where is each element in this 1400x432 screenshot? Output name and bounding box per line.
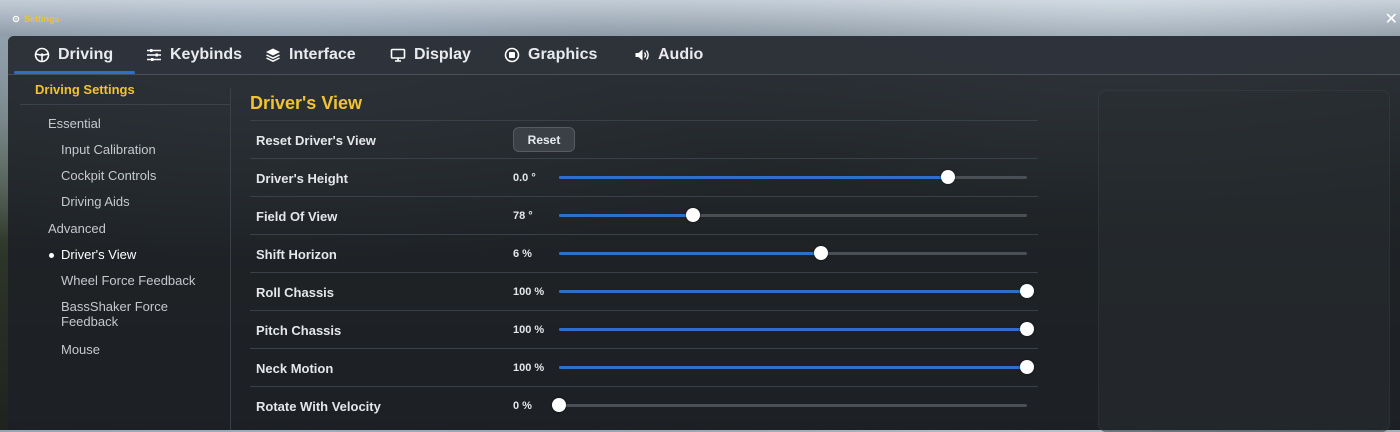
sidebar-item-label: Driver's View	[61, 247, 137, 262]
slider-handle[interactable]	[1020, 322, 1034, 336]
sidebar-divider	[20, 104, 230, 105]
row-label: Roll Chassis	[256, 285, 335, 300]
setting-row: Neck Motion 100 %	[250, 348, 1038, 387]
tab-keybinds[interactable]: Keybinds	[146, 43, 242, 67]
sidebar-item-cockpit-controls[interactable]: Cockpit Controls	[61, 168, 156, 183]
slider-track[interactable]	[559, 170, 1027, 184]
row-label: Rotate With Velocity	[256, 399, 381, 414]
tab-label: Interface	[289, 46, 356, 63]
row-label: Pitch Chassis	[256, 323, 342, 338]
slider-track[interactable]	[559, 208, 1027, 222]
tab-interface[interactable]: Interface	[265, 43, 356, 67]
setting-row: Driver's Height 0.0 °	[250, 158, 1038, 197]
row-value: 0.0 °	[513, 172, 536, 184]
slider-track[interactable]	[559, 322, 1034, 336]
tab-graphics[interactable]: Graphics	[504, 43, 597, 67]
sidebar-item-driving-aids[interactable]: Driving Aids	[61, 194, 130, 209]
settings-window: Driving Keybinds Interface Display Graph…	[8, 36, 1400, 432]
monitor-icon	[390, 48, 406, 62]
sidebar-item-label-line2: Feedback	[61, 314, 119, 329]
slider-track[interactable]	[552, 398, 1027, 412]
slider-fill	[559, 328, 1027, 331]
setting-row: Shift Horizon 6 %	[250, 234, 1038, 273]
slider-handle[interactable]	[1020, 360, 1034, 374]
setting-row: Field Of View 78 °	[250, 196, 1038, 235]
tab-label: Graphics	[528, 46, 598, 63]
tab-display[interactable]: Display	[390, 43, 471, 67]
sidebar-divider-vertical	[230, 88, 231, 430]
row-value: 100 %	[513, 324, 545, 336]
row-value: 78 °	[513, 210, 533, 222]
steering-wheel-icon	[34, 47, 50, 63]
row-label: Driver's Height	[256, 171, 348, 186]
slider-handle[interactable]	[814, 246, 829, 260]
window-titlebar: Settings ✕	[0, 0, 1400, 36]
row-label: Field Of View	[256, 209, 338, 224]
row-value: 6 %	[513, 248, 532, 260]
tab-label: Driving	[58, 46, 114, 63]
slider-track[interactable]	[559, 360, 1034, 374]
slider-track[interactable]	[559, 246, 1027, 260]
layers-icon	[266, 48, 280, 63]
sidebar-item-drivers-view[interactable]: Driver's View	[49, 247, 137, 262]
row-value: 0 %	[513, 400, 532, 412]
settings-sidebar: Driving Settings Essential Input Calibra…	[14, 74, 230, 430]
tab-audio[interactable]: Audio	[634, 43, 703, 67]
sidebar-item-essential[interactable]: Essential	[48, 116, 101, 131]
sliders-icon	[147, 49, 161, 61]
close-icon[interactable]: ✕	[1385, 12, 1398, 28]
row-label: Neck Motion	[256, 361, 334, 376]
speaker-icon	[635, 49, 649, 61]
tab-label: Audio	[658, 46, 704, 63]
slider-handle[interactable]	[941, 170, 956, 184]
sidebar-item-mouse[interactable]: Mouse	[61, 342, 100, 357]
tab-label: Display	[414, 46, 471, 63]
slider-handle[interactable]	[552, 398, 566, 412]
active-indicator	[49, 253, 54, 258]
gear-icon	[12, 15, 20, 23]
tab-driving[interactable]: Driving	[13, 43, 136, 74]
setting-row: Pitch Chassis 100 %	[250, 310, 1038, 349]
sidebar-item-label: BassShaker Force	[61, 299, 168, 314]
slider-handle[interactable]	[1020, 284, 1034, 298]
slider-fill	[559, 176, 949, 179]
tab-bar: Driving Keybinds Interface Display Graph…	[8, 36, 1400, 75]
slider-fill	[559, 366, 1027, 369]
setting-row: Rotate With Velocity 0 %	[250, 386, 1038, 425]
setting-row: Roll Chassis 100 %	[250, 272, 1038, 311]
window-title-text: Settings	[24, 14, 60, 24]
sidebar-item-wheel-force-feedback[interactable]: Wheel Force Feedback	[61, 273, 195, 288]
row-label: Reset Driver's View	[256, 133, 376, 148]
sidebar-item-advanced[interactable]: Advanced	[48, 221, 106, 236]
reset-button[interactable]: Reset	[513, 127, 575, 152]
slider-track[interactable]	[559, 284, 1034, 298]
row-value: 100 %	[513, 362, 545, 374]
slider-fill	[559, 290, 1027, 293]
slider-fill	[559, 252, 822, 255]
row-value: 100 %	[513, 286, 545, 298]
sidebar-item-bassshaker-force-feedback[interactable]: BassShaker Force Feedback	[61, 299, 168, 329]
sidebar-item-input-calibration[interactable]: Input Calibration	[61, 142, 156, 157]
chip-icon	[504, 47, 520, 63]
sidebar-heading: Driving Settings	[35, 82, 135, 97]
window-title: Settings	[12, 14, 60, 24]
camera-preview-panel	[1098, 90, 1390, 432]
section-title: Driver's View	[250, 93, 363, 113]
reset-row: Reset Driver's View Reset	[250, 120, 1038, 159]
row-label: Shift Horizon	[256, 247, 337, 262]
slider-handle[interactable]	[685, 208, 700, 222]
slider-fill	[559, 214, 693, 217]
tab-label: Keybinds	[170, 46, 243, 63]
